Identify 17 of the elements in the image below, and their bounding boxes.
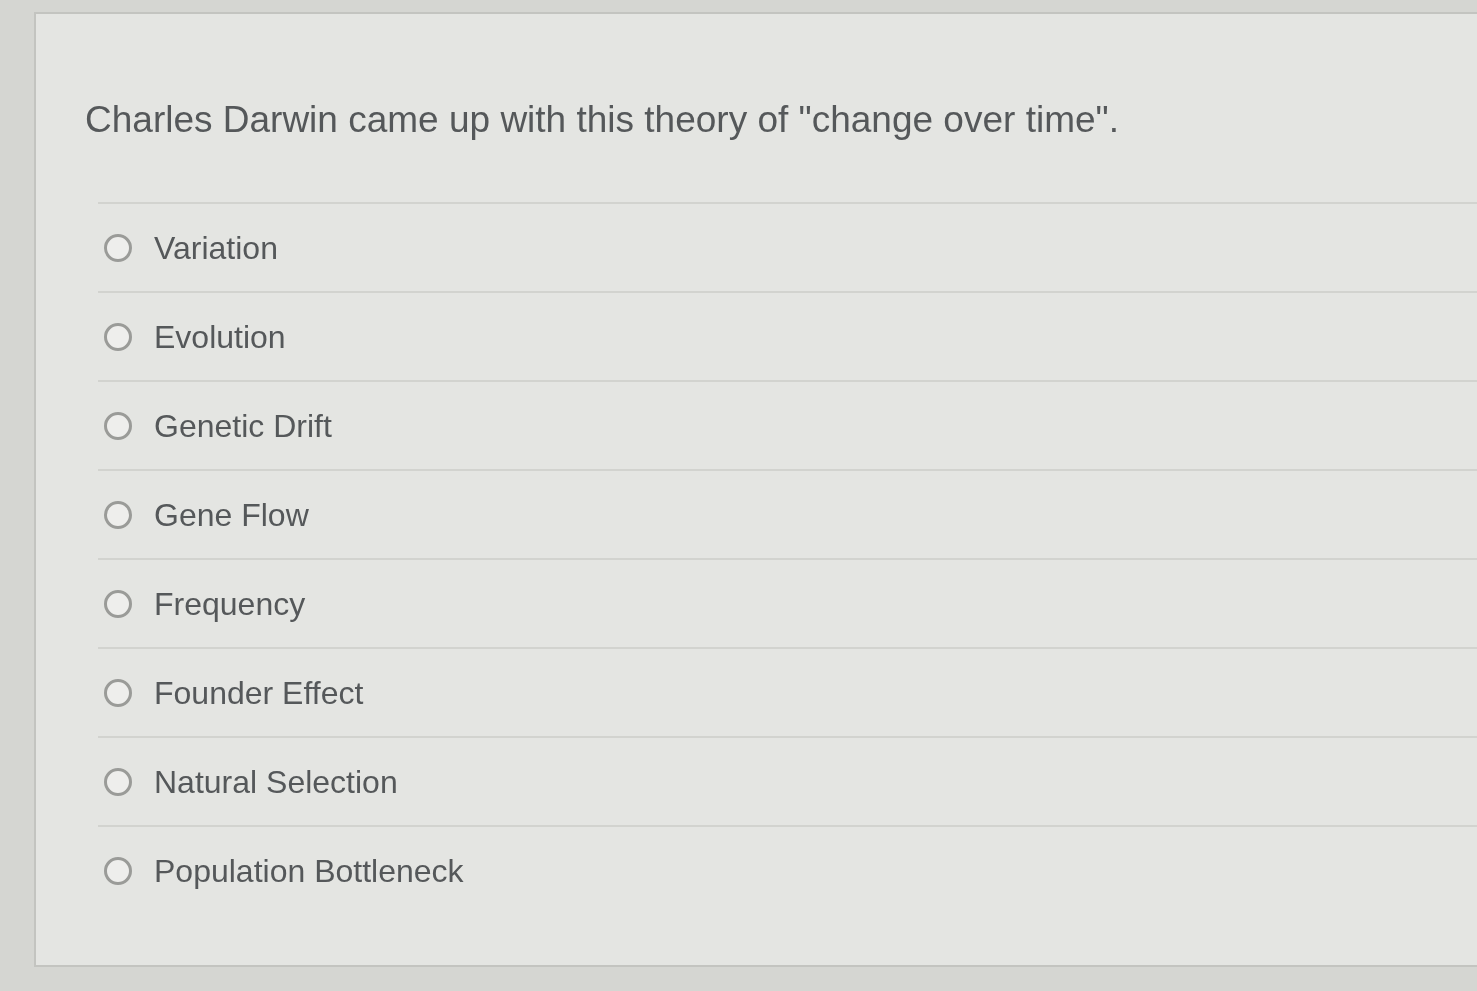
option-label: Gene Flow <box>154 495 309 535</box>
option-label: Evolution <box>154 317 286 357</box>
option-label: Frequency <box>154 584 306 624</box>
option-label: Natural Selection <box>154 762 398 802</box>
radio-button[interactable] <box>104 856 132 885</box>
radio-button[interactable] <box>104 233 132 262</box>
radio-button[interactable] <box>104 767 132 796</box>
question-text: Charles Darwin came up with this theory of "change over time". <box>85 98 1119 142</box>
option-label: Variation <box>154 228 278 268</box>
radio-button[interactable] <box>104 322 132 351</box>
option-label: Founder Effect <box>154 673 364 713</box>
radio-button[interactable] <box>104 500 132 529</box>
radio-button[interactable] <box>104 589 132 618</box>
radio-button[interactable] <box>104 411 132 440</box>
radio-button[interactable] <box>104 678 132 707</box>
option-label: Population Bottleneck <box>154 851 464 891</box>
option-label: Genetic Drift <box>154 406 332 446</box>
